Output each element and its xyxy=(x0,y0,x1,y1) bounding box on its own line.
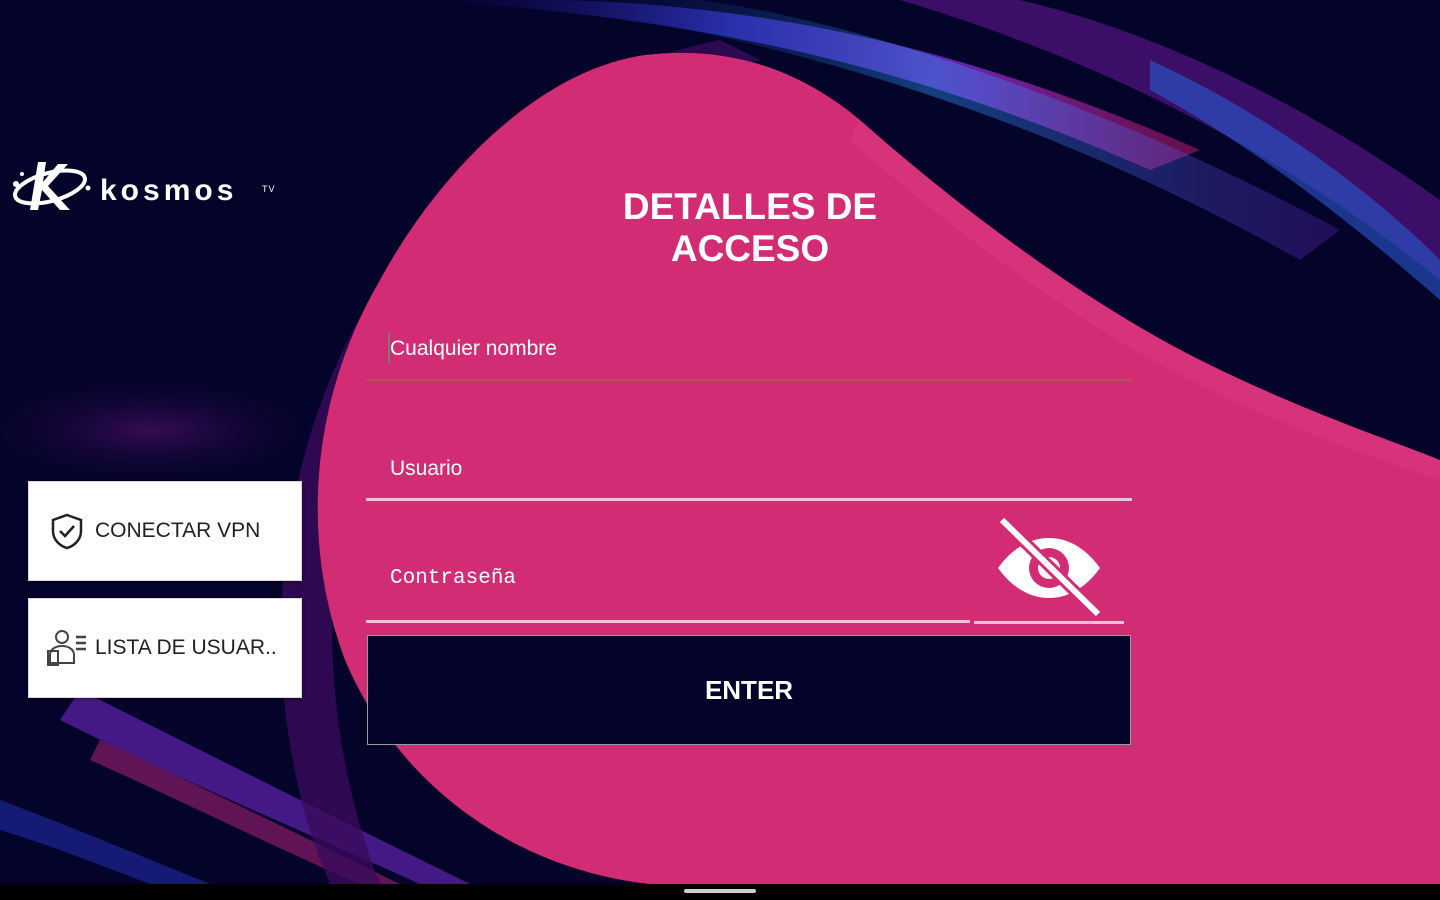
home-gesture-handle[interactable] xyxy=(684,889,756,893)
shield-check-icon xyxy=(45,509,89,553)
enter-label: ENTER xyxy=(704,674,794,705)
enter-button[interactable]: ENTER xyxy=(367,635,1131,745)
username-placeholder: Usuario xyxy=(390,457,463,480)
username-underline xyxy=(366,498,1132,501)
connect-vpn-button[interactable]: CONECTAR VPN xyxy=(28,481,302,581)
user-list-label: LISTA DE USUAR.. xyxy=(95,636,277,659)
brand-suffix: TV xyxy=(262,184,276,194)
login-title: DETALLES DE ACCESO xyxy=(622,186,878,269)
any-name-field[interactable]: Cualquier nombre xyxy=(366,321,1132,381)
password-underline xyxy=(366,620,970,623)
toggle-password-visibility-button[interactable] xyxy=(974,514,1124,624)
username-field[interactable]: Usuario xyxy=(366,441,1132,501)
any-name-placeholder: Cualquier nombre xyxy=(390,337,557,360)
brand-name: kosmos xyxy=(100,174,238,207)
eye-off-icon xyxy=(997,515,1103,619)
any-name-underline xyxy=(366,379,1132,381)
user-list-button[interactable]: LISTA DE USUAR.. xyxy=(28,598,302,698)
password-toggle-underline xyxy=(974,621,1124,624)
password-placeholder: Contraseña xyxy=(390,567,517,590)
connect-vpn-label: CONECTAR VPN xyxy=(95,519,261,542)
user-list-icon xyxy=(45,626,89,670)
